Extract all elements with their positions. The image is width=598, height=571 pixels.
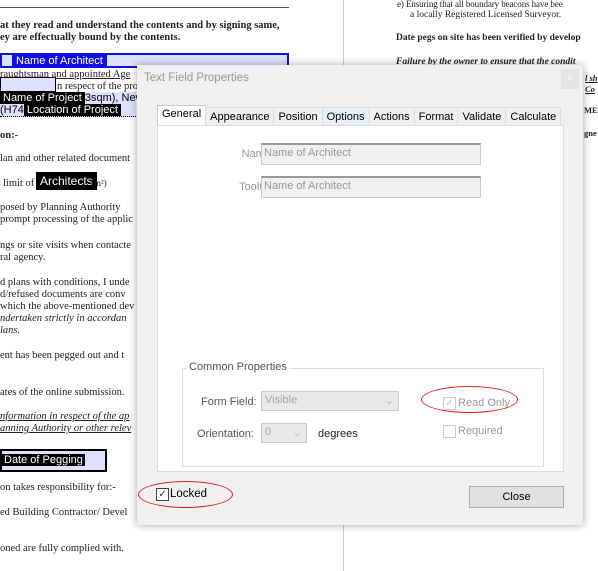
doc-line: ME: [584, 105, 598, 115]
doc-line: l sh: [585, 73, 598, 83]
orientation-select[interactable]: 0 ⌄: [261, 423, 307, 443]
form-field-select[interactable]: Visible ⌄: [261, 391, 399, 411]
chevron-down-icon: ⌄: [292, 427, 302, 439]
doc-line: gne: [584, 128, 597, 138]
degrees-label: degrees: [318, 428, 358, 440]
form-field[interactable]: [0, 77, 56, 92]
doc-line: which the above-mentioned dev: [0, 301, 135, 312]
doc-line: d/refused documents are conv: [0, 289, 126, 300]
general-panel: Name: Name of Architect Tooltip: Name of…: [157, 125, 564, 472]
doc-line: lan and other related document: [0, 153, 131, 164]
doc-line: ey are effectually bound by the contents…: [0, 32, 181, 43]
project-field[interactable]: Name of Project: [0, 92, 85, 104]
date-of-pegging-field[interactable]: Date of Pegging: [0, 449, 107, 472]
common-properties-group: Common Properties Form Field: Visible ⌄ O…: [182, 361, 544, 467]
doc-line: on takes responsibility for:-: [0, 482, 116, 493]
doc-line: d plans with conditions, I unde: [0, 277, 130, 288]
doc-line: prompt processing of the applic: [0, 214, 133, 225]
doc-text: (H74: [0, 104, 24, 116]
doc-line: ed Building Contractor/ Devel: [0, 507, 128, 518]
doc-line: posed by Planning Authority: [0, 202, 121, 213]
tooltip-input[interactable]: Name of Architect: [261, 176, 481, 198]
chevron-down-icon: ⌄: [384, 395, 394, 407]
architects-field[interactable]: Architects: [36, 172, 97, 190]
doc-line: (m²): [91, 178, 107, 188]
doc-line: lans.: [0, 325, 21, 336]
close-icon[interactable]: ×: [561, 69, 579, 89]
doc-line: ent has been pegged out and t: [0, 350, 125, 361]
group-title: Common Properties: [187, 361, 289, 373]
doc-text: 3sqm), New: [84, 92, 144, 104]
dialog-title: Text Field Properties: [144, 72, 249, 84]
doc-line: anning Authority or other relev: [0, 423, 132, 434]
text-field-properties-dialog: Text Field Properties × General Appearan…: [137, 65, 583, 525]
required-label: Required: [458, 425, 503, 437]
doc-line: Date pegs on site has been verified by d…: [396, 33, 581, 43]
doc-line: on:-: [0, 130, 19, 141]
name-input[interactable]: Name of Architect: [261, 143, 481, 165]
doc-line: Co: [585, 84, 595, 94]
locked-highlight: [138, 481, 233, 508]
doc-line: a locally Registered Licensed Surveyor.: [410, 10, 562, 20]
divider: [0, 7, 289, 8]
doc-line: limit of: [3, 178, 35, 189]
doc-line: e) Ensuring that all boundary beacons ha…: [397, 0, 563, 9]
doc-line: ral agency.: [0, 252, 46, 263]
doc-line: ates of the online submission.: [0, 387, 125, 398]
close-button[interactable]: Close: [469, 486, 564, 508]
doc-line: ndertaken strictly in accordan: [0, 313, 127, 324]
form-field-label: Form Field:: [201, 396, 257, 408]
location-field[interactable]: Location of Project: [23, 104, 121, 116]
doc-line: n respect of the pro: [57, 81, 139, 92]
required-checkbox[interactable]: [443, 425, 456, 438]
doc-line: nformation in respect of the ap: [0, 411, 130, 422]
orientation-label: Orientation:: [197, 428, 254, 440]
doc-line: oned are fully complied with.: [0, 543, 124, 554]
read-only-highlight: [421, 386, 518, 413]
doc-line: ngs or site visits when contacte: [0, 240, 131, 251]
doc-line: at they read and understand the contents…: [0, 20, 280, 31]
